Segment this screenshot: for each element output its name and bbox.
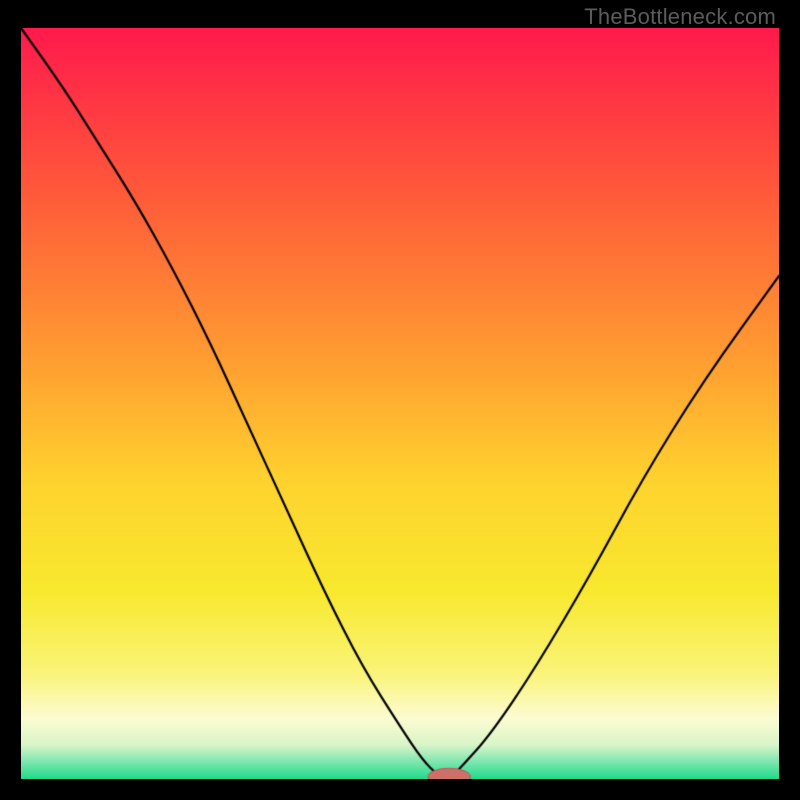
watermark-text: TheBottleneck.com	[584, 4, 776, 30]
chart-frame	[21, 28, 779, 779]
chart-canvas	[21, 28, 779, 779]
